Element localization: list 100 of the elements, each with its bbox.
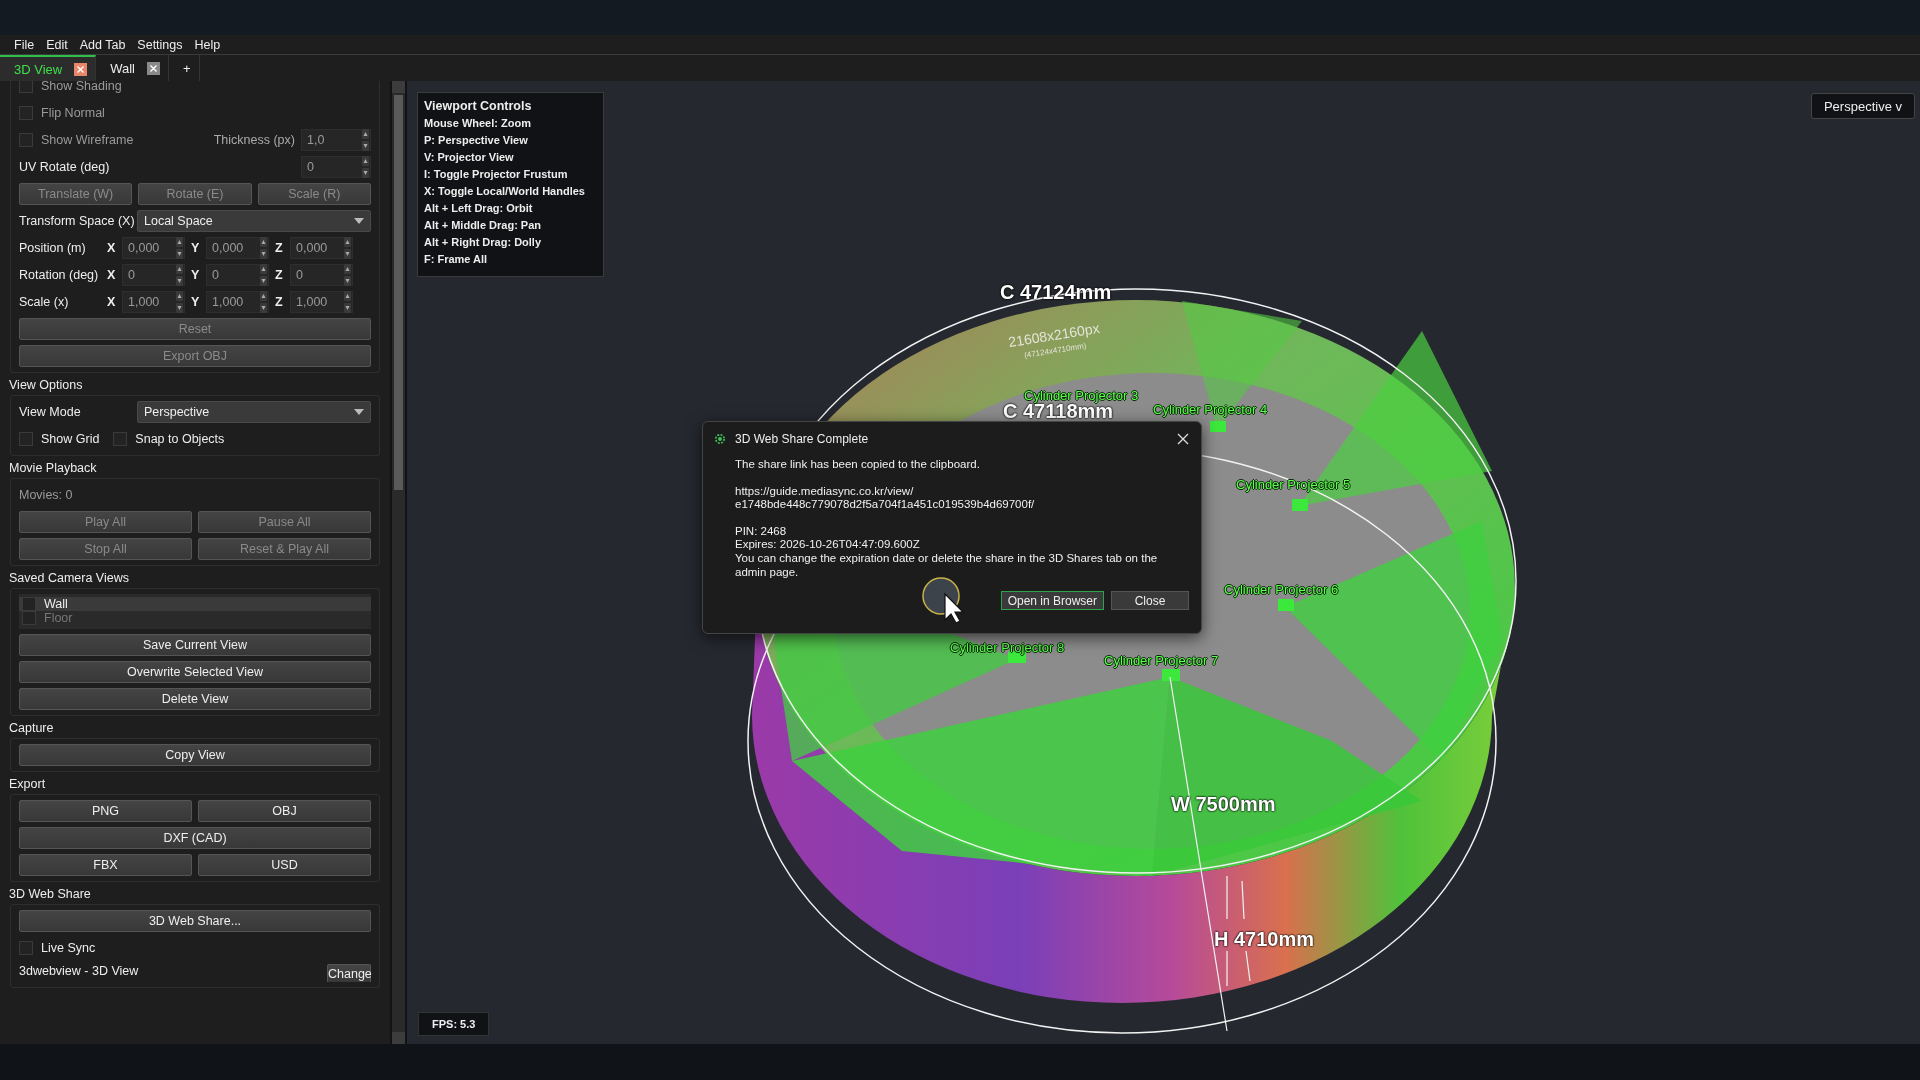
spin-field[interactable]: 0,000	[206, 237, 269, 259]
section-title: Saved Camera Views	[8, 570, 130, 587]
menu-item[interactable]: File	[8, 37, 41, 52]
list-item[interactable]: Wall	[19, 597, 371, 611]
section-title: View Options	[8, 377, 84, 394]
checkbox-label: Show Shading	[41, 81, 122, 93]
detail-text: Expires: 2026-10-26T04:47:09.600Z	[735, 538, 921, 552]
field-label: View Mode	[19, 405, 82, 419]
tab-label: 3D View	[14, 61, 63, 77]
detail-text: PIN: 2468	[735, 524, 788, 539]
section-title: 3D Web Share	[8, 886, 92, 903]
spinner-arrows-icon	[344, 291, 351, 313]
dialog-message: The share link has been copied to the clipboard.	[735, 458, 981, 472]
button[interactable]: FBX	[19, 854, 192, 876]
spin-field[interactable]: 1,000	[206, 291, 269, 313]
spinner-arrows-icon	[260, 291, 267, 313]
button[interactable]: OBJ	[198, 800, 371, 822]
spin-field[interactable]: 0	[122, 264, 185, 286]
spinner-arrows-icon	[344, 237, 351, 259]
checkbox-label: Flip Normal	[41, 106, 105, 120]
axis-label: Y	[191, 295, 200, 309]
section-title: Export	[8, 776, 47, 793]
spin-field[interactable]: 0	[290, 264, 353, 286]
section-title: Movie Playback	[8, 460, 98, 477]
spinner-arrows-icon	[260, 237, 267, 259]
checkbox-label: Show Grid	[41, 432, 100, 446]
button[interactable]: DXF (CAD)	[19, 827, 371, 849]
axis-label: X	[107, 268, 116, 282]
spin-field[interactable]: 0	[206, 264, 269, 286]
close-icon[interactable]	[1177, 433, 1189, 445]
shortcut-text: P: Perspective View	[424, 133, 529, 148]
checkbox[interactable]	[19, 941, 33, 955]
field-label: Position (m)	[19, 241, 87, 255]
axis-label: Z	[275, 268, 284, 282]
spinner-arrows-icon	[362, 156, 369, 178]
spin-field[interactable]: 1,000	[122, 291, 185, 313]
section-title: Capture	[8, 720, 55, 737]
dropdown[interactable]: Local Space	[137, 210, 371, 232]
button[interactable]: Save Current View	[19, 634, 371, 656]
shortcut-text: Alt + Right Drag: Dolly	[424, 235, 543, 250]
shortcut-text: Alt + Middle Drag: Pan	[424, 218, 543, 233]
dialog-title: 3D Web Share Complete	[735, 432, 869, 446]
view-mode-dropdown[interactable]: Perspective v	[1810, 93, 1915, 119]
caret-icon	[354, 218, 364, 224]
dialog-button[interactable]: Open in Browser	[1000, 591, 1104, 611]
shortcut-text: F: Frame All	[424, 252, 489, 267]
dropdown[interactable]: Perspective	[137, 401, 371, 423]
menu-item[interactable]: Edit	[40, 37, 74, 52]
projector-label: Cylinder Projector 7	[1104, 653, 1219, 667]
spinner-arrows-icon	[260, 264, 267, 286]
button[interactable]: Delete View	[19, 688, 371, 710]
tab[interactable]: 3D View	[0, 55, 97, 81]
button[interactable]: Copy View	[19, 744, 371, 766]
field-label: UV Rotate (deg)	[19, 160, 110, 174]
axis-label: X	[107, 241, 116, 255]
spinner-arrows-icon	[362, 129, 369, 151]
button[interactable]: 3D Web Share...	[19, 910, 371, 932]
axis-label: Y	[191, 268, 200, 282]
button[interactable]: USD	[198, 854, 371, 876]
close-icon[interactable]	[74, 62, 88, 76]
checkbox[interactable]	[113, 432, 128, 446]
movie-count: Movies: 0	[19, 488, 73, 502]
cursor-icon	[921, 576, 967, 624]
dialog-button[interactable]: Close	[1111, 591, 1189, 611]
projector-label: Cylinder Projector 4	[1153, 402, 1268, 416]
shortcut-text: V: Projector View	[424, 150, 515, 165]
shortcut-text: Mouse Wheel: Zoom	[424, 116, 532, 131]
field-label: Thickness (px)	[213, 133, 295, 147]
checkbox-label: Live Sync	[41, 941, 96, 955]
spinner-arrows-icon	[176, 264, 183, 286]
tab-label: Wall	[110, 60, 135, 76]
projector-label: Cylinder Projector 6	[1224, 582, 1339, 596]
spin-field[interactable]: 0,000	[290, 237, 353, 259]
shortcut-text: I: Toggle Projector Frustum	[424, 167, 569, 182]
shortcut-text: X: Toggle Local/World Handles	[424, 184, 586, 199]
checkbox[interactable]	[19, 432, 33, 446]
spin-field[interactable]: 1,000	[290, 291, 353, 313]
field-label: Scale (x)	[19, 295, 70, 309]
dimension-label: H 4710mm	[1214, 929, 1315, 949]
help-title: Viewport Controls	[424, 98, 533, 115]
menu-item[interactable]: Add Tab	[73, 37, 132, 52]
spin-field[interactable]: 0,000	[122, 237, 185, 259]
change-button[interactable]: Change	[327, 964, 371, 982]
caret-icon	[354, 409, 364, 415]
detail-text: You can change the expiration date or delete the share in the 3D Shares tab on the admin page.	[735, 551, 1159, 580]
projector-label: Cylinder Projector 3	[1024, 388, 1139, 402]
close-icon[interactable]	[147, 61, 160, 75]
menu-item[interactable]: Help	[188, 37, 227, 52]
button[interactable]: Overwrite Selected View	[19, 661, 371, 683]
button[interactable]: PNG	[19, 800, 192, 822]
scrollbar[interactable]	[392, 81, 405, 1044]
shortcut-text: Alt + Left Drag: Orbit	[424, 201, 534, 216]
axis-label: Z	[275, 241, 284, 255]
field-label: Rotation (deg)	[19, 268, 100, 282]
tab-label: +	[183, 60, 191, 76]
projector-label: Cylinder Projector 8	[950, 640, 1065, 654]
spin-field[interactable]: 0	[301, 156, 371, 178]
axis-label: X	[107, 295, 116, 309]
menu-item[interactable]: Settings	[131, 37, 189, 52]
axis-label: Y	[191, 241, 200, 255]
